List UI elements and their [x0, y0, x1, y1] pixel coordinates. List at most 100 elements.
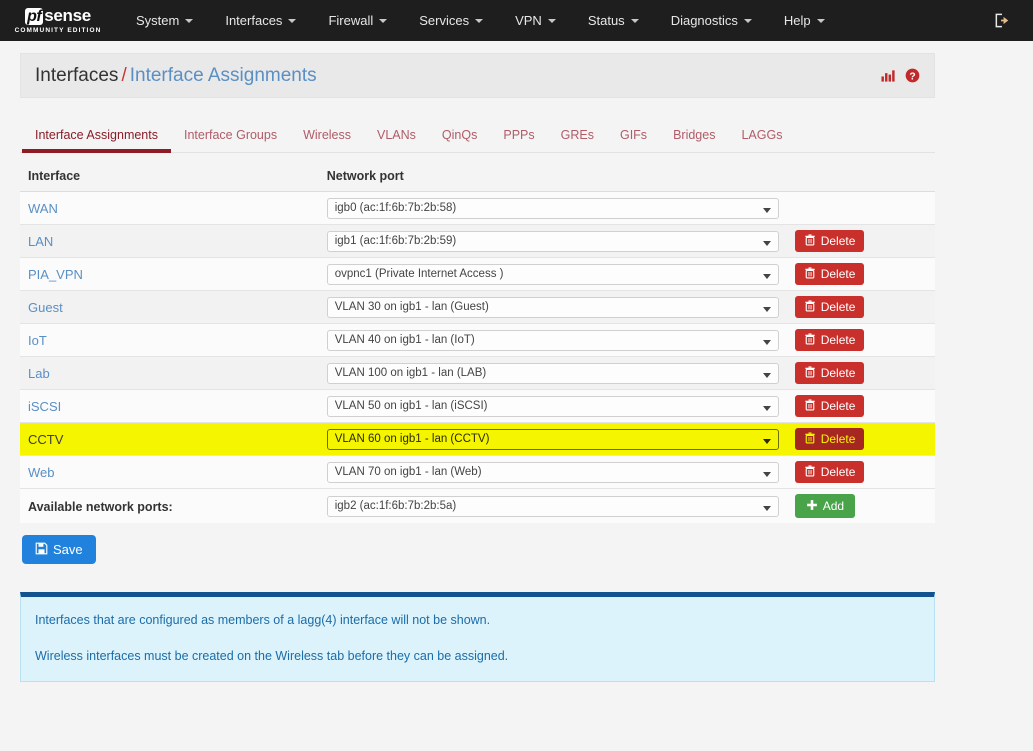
available-port-select[interactable]: igb2 (ac:1f:6b:7b:2b:5a): [326, 495, 779, 517]
logout-icon[interactable]: [994, 12, 1011, 29]
table-body: WAN igb0 (ac:1f:6b:7b:2b:58) LAN igb1 (ac:1…: [20, 191, 935, 523]
nav-item-diagnostics[interactable]: Diagnostics: [655, 0, 768, 41]
nav-item-vpn[interactable]: VPN: [499, 0, 572, 41]
tab-label: QinQs: [441, 128, 478, 142]
network-port-select[interactable]: igb1 (ac:1f:6b:7b:2b:59): [326, 230, 779, 252]
cell-network-port: VLAN 40 on igb1 - lan (IoT): [318, 323, 787, 357]
delete-button[interactable]: Delete: [794, 428, 865, 450]
trash-icon: [804, 300, 816, 314]
tab-laggs[interactable]: LAGGs: [728, 124, 795, 152]
delete-button[interactable]: Delete: [794, 362, 865, 384]
delete-button[interactable]: Delete: [794, 329, 865, 351]
delete-button[interactable]: Delete: [794, 230, 865, 252]
add-button[interactable]: Add: [794, 494, 856, 518]
cell-interface-name: LAN: [20, 224, 319, 258]
cell-interface-name: IoT: [20, 323, 319, 357]
interface-link[interactable]: CCTV: [28, 432, 63, 447]
interface-link[interactable]: Web: [28, 465, 55, 480]
cell-available-select: igb2 (ac:1f:6b:7b:2b:5a): [318, 488, 787, 523]
network-port-select[interactable]: VLAN 50 on igb1 - lan (iSCSI): [326, 395, 779, 417]
cell-network-port: VLAN 70 on igb1 - lan (Web): [318, 455, 787, 489]
status-chart-icon[interactable]: [881, 68, 896, 83]
delete-button[interactable]: Delete: [794, 395, 865, 417]
interface-link[interactable]: IoT: [28, 333, 47, 348]
table-row: WAN igb0 (ac:1f:6b:7b:2b:58): [20, 191, 935, 225]
page-header: Interfaces / Interface Assignments ?: [20, 53, 935, 98]
help-icon[interactable]: ?: [905, 68, 920, 83]
network-port-select[interactable]: igb0 (ac:1f:6b:7b:2b:58): [326, 197, 779, 219]
logo-wordmark: pf sense: [25, 7, 91, 25]
main-navbar: pf sense COMMUNITY EDITION System Interf…: [0, 0, 1033, 41]
interface-link[interactable]: iSCSI: [28, 399, 61, 414]
tab-label: Interface Groups: [183, 128, 278, 142]
delete-button-label: Delete: [820, 465, 856, 479]
breadcrumb-item-current[interactable]: Interface Assignments: [130, 65, 317, 86]
nav-item-services[interactable]: Services: [403, 0, 499, 41]
tab-vlans[interactable]: VLANs: [364, 124, 429, 152]
delete-button-label: Delete: [820, 366, 856, 380]
network-port-select[interactable]: VLAN 60 on igb1 - lan (CCTV): [326, 428, 779, 450]
tab-qinqs[interactable]: QinQs: [429, 124, 490, 152]
trash-icon: [804, 399, 816, 413]
network-port-select[interactable]: ovpnc1 (Private Internet Access ): [326, 263, 779, 285]
nav-item-label: VPN: [515, 13, 542, 28]
cell-interface-name: Web: [20, 455, 319, 489]
delete-button[interactable]: Delete: [794, 263, 865, 285]
nav-item-status[interactable]: Status: [572, 0, 655, 41]
cell-network-port: VLAN 100 on igb1 - lan (LAB): [318, 356, 787, 390]
nav-item-label: Help: [783, 13, 811, 28]
chevron-down-icon: [475, 18, 484, 23]
cell-network-port: VLAN 60 on igb1 - lan (CCTV): [318, 422, 787, 456]
info-line-wireless: Wireless interfaces must be created on t…: [35, 649, 509, 663]
delete-button-label: Delete: [820, 267, 856, 281]
table-row: LAN igb1 (ac:1f:6b:7b:2b:59) Delete: [20, 224, 935, 258]
trash-icon: [804, 333, 816, 347]
delete-button[interactable]: Delete: [794, 296, 865, 318]
chevron-down-icon: [547, 18, 556, 23]
cell-interface-name: Guest: [20, 290, 319, 324]
interface-link[interactable]: Guest: [28, 300, 63, 315]
nav-item-help[interactable]: Help: [768, 0, 841, 41]
tab-interface-groups[interactable]: Interface Groups: [171, 124, 290, 152]
nav-item-firewall[interactable]: Firewall: [312, 0, 403, 41]
nav-item-label: Interfaces: [225, 13, 283, 28]
tab-gres[interactable]: GREs: [548, 124, 607, 152]
breadcrumb-separator: /: [121, 64, 127, 86]
cell-actions: Delete: [786, 422, 935, 456]
network-port-select[interactable]: VLAN 70 on igb1 - lan (Web): [326, 461, 779, 483]
tab-wireless[interactable]: Wireless: [290, 124, 364, 152]
network-port-select[interactable]: VLAN 40 on igb1 - lan (IoT): [326, 329, 779, 351]
trash-icon: [804, 267, 816, 281]
navbar-menu: System Interfaces Firewall Services VPN …: [120, 0, 841, 41]
nav-item-system[interactable]: System: [120, 0, 209, 41]
delete-button[interactable]: Delete: [794, 461, 865, 483]
interface-link[interactable]: LAN: [28, 234, 53, 249]
cell-add-action: Add: [786, 488, 935, 523]
column-header-interface: Interface: [20, 161, 319, 192]
interface-link[interactable]: Lab: [28, 366, 50, 381]
add-button-label: Add: [822, 499, 845, 513]
table-row: Web VLAN 70 on igb1 - lan (Web) Delete: [20, 455, 935, 489]
pfsense-logo[interactable]: pf sense COMMUNITY EDITION: [0, 0, 110, 41]
nav-item-label: System: [136, 13, 180, 28]
interface-link[interactable]: PIA_VPN: [28, 267, 83, 282]
tab-bridges[interactable]: Bridges: [660, 124, 728, 152]
cell-interface-name: PIA_VPN: [20, 257, 319, 291]
tab-interface-assignments[interactable]: Interface Assignments: [22, 124, 171, 153]
tab-label: Bridges: [673, 128, 716, 142]
tab-gifs[interactable]: GIFs: [607, 124, 660, 152]
cell-interface-name: WAN: [20, 191, 319, 225]
tab-label: GIFs: [619, 128, 648, 142]
breadcrumb-item-interfaces[interactable]: Interfaces: [35, 65, 118, 86]
trash-icon: [804, 366, 816, 380]
chevron-down-icon: [288, 18, 297, 23]
trash-icon: [804, 432, 816, 446]
tab-ppps[interactable]: PPPs: [490, 124, 547, 152]
save-button[interactable]: Save: [22, 535, 96, 564]
nav-item-interfaces[interactable]: Interfaces: [209, 0, 312, 41]
interface-link[interactable]: WAN: [28, 201, 58, 216]
network-port-select[interactable]: VLAN 100 on igb1 - lan (LAB): [326, 362, 779, 384]
cell-actions: Delete: [786, 356, 935, 390]
network-port-select[interactable]: VLAN 30 on igb1 - lan (Guest): [326, 296, 779, 318]
info-line-lagg: Interfaces that are configured as member…: [35, 613, 491, 627]
